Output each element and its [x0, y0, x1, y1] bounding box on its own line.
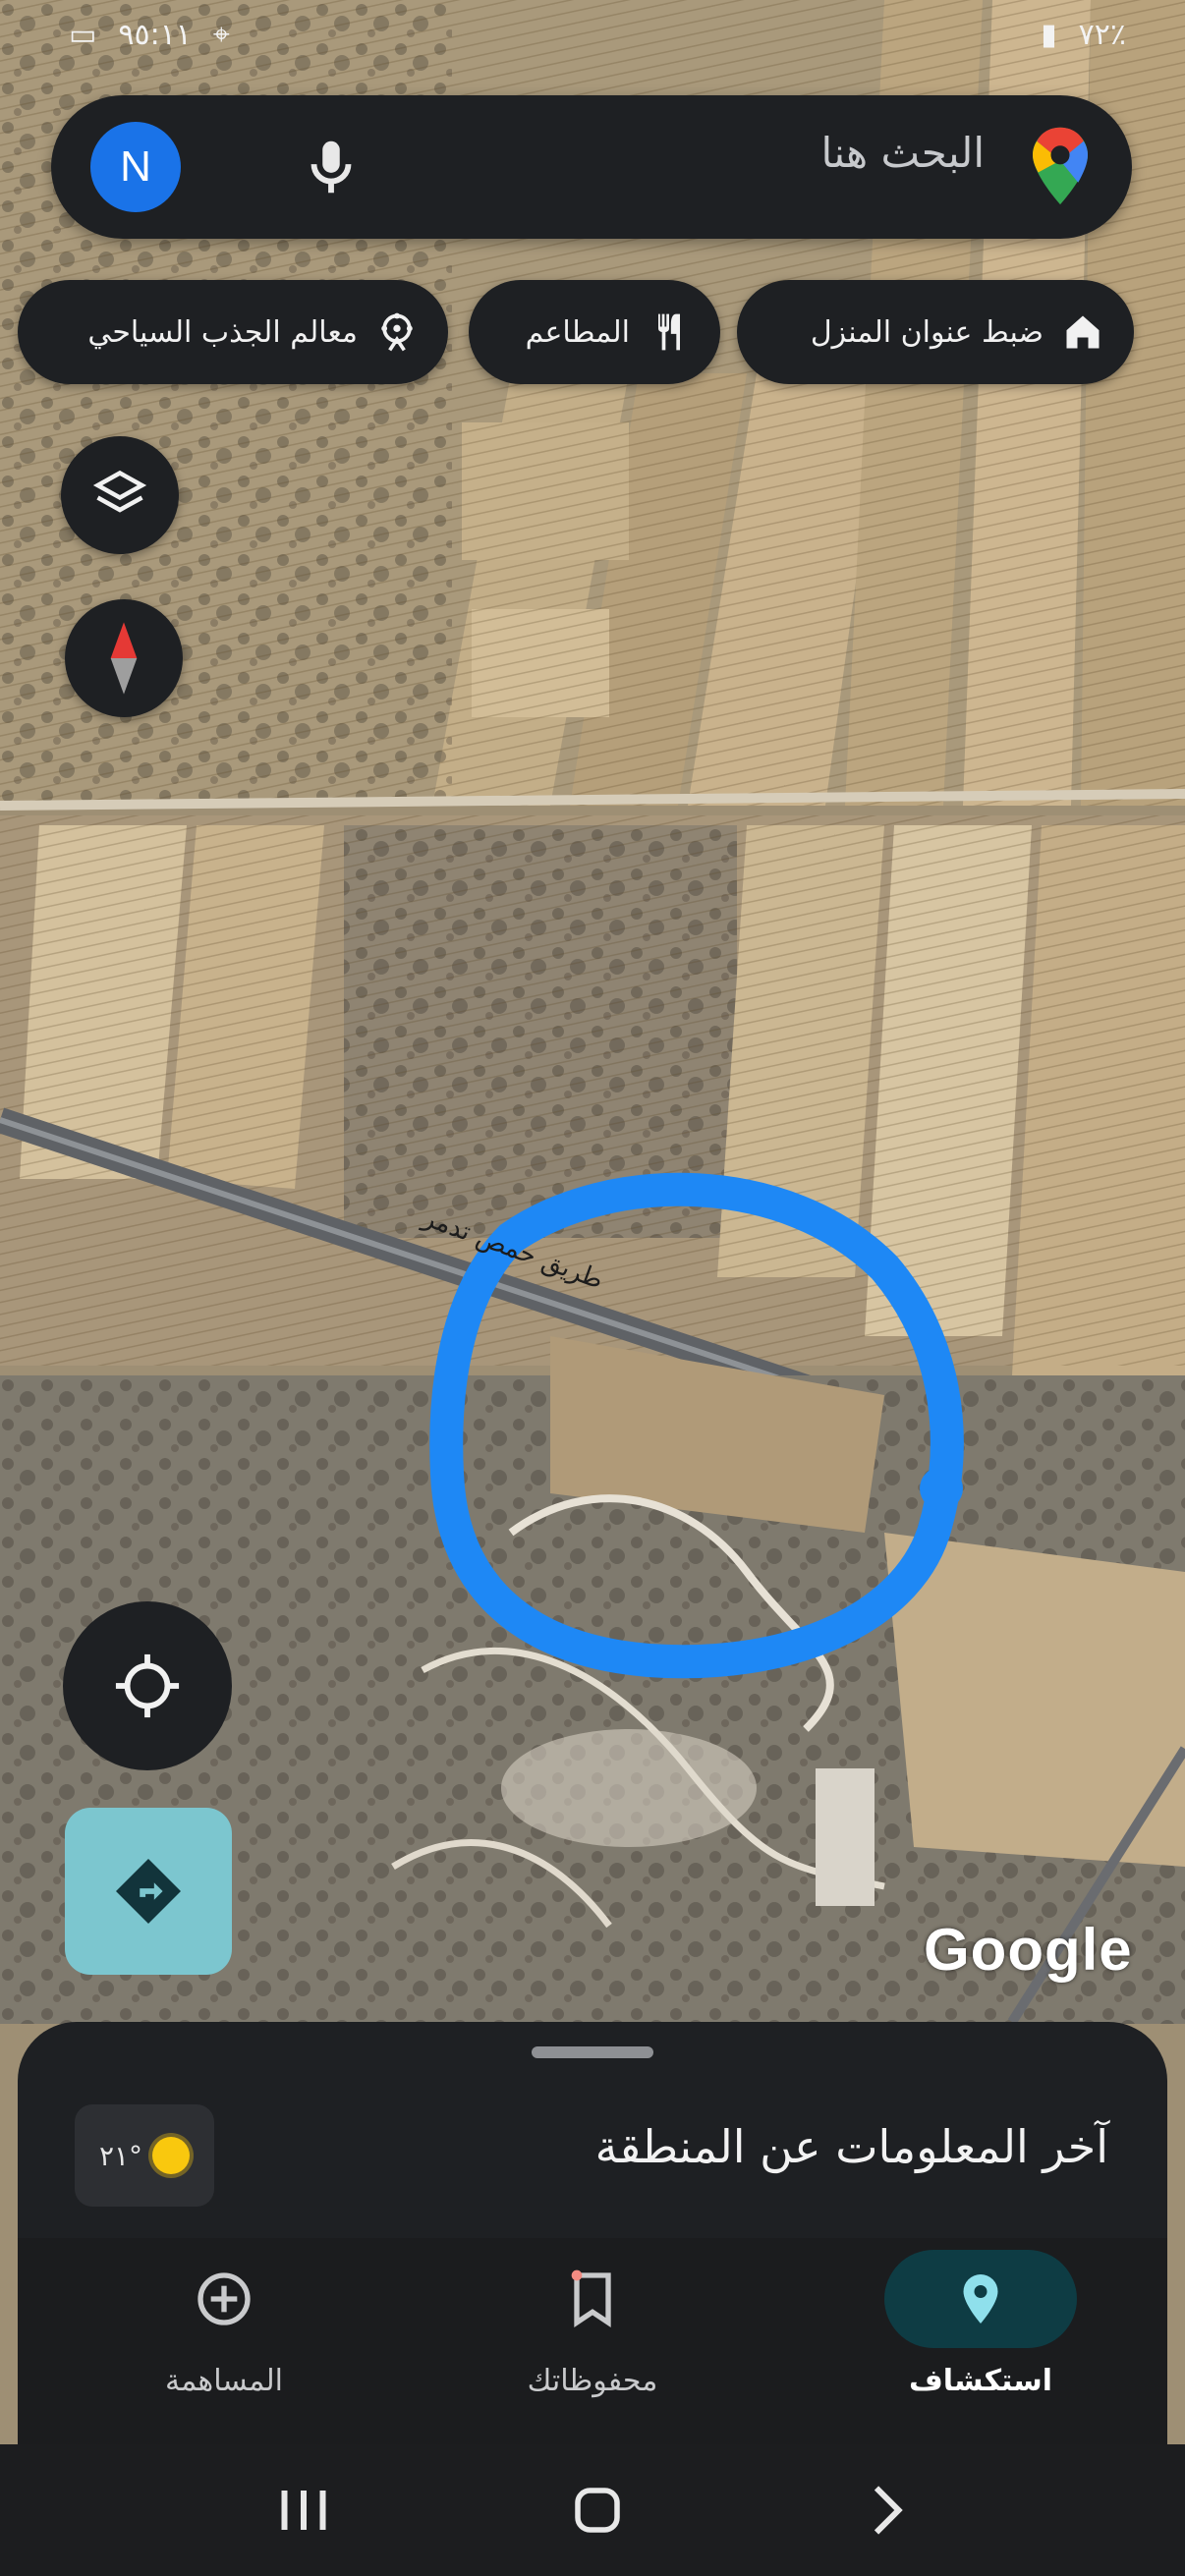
location-pin-icon [963, 2274, 998, 2324]
search-bar[interactable]: N البحث هنا [51, 95, 1132, 239]
home-icon [1066, 315, 1100, 349]
google-attribution: Google [924, 1917, 1133, 1983]
system-navigation [0, 2444, 1185, 2576]
add-circle-icon [198, 2272, 251, 2325]
fork-knife-icon [658, 313, 680, 351]
tab-explore[interactable]: استكشاف [833, 2238, 1128, 2444]
status-battery: ٧٢٪ [1078, 17, 1126, 52]
chip-attractions[interactable]: معالم الجذب السياحي [18, 280, 448, 384]
chip-label: ضبط عنوان المنزل [810, 314, 1044, 350]
sun-icon [152, 2137, 191, 2174]
directions-icon [116, 1859, 181, 1924]
battery-icon: ▭ [69, 17, 97, 52]
tab-saved[interactable]: محفوظاتك [445, 2238, 740, 2444]
tab-label: محفوظاتك [527, 2364, 658, 2398]
chip-label: المطاعم [525, 314, 630, 350]
directions-button[interactable] [65, 1808, 232, 1975]
layers-button[interactable] [61, 436, 179, 554]
home-nav-icon[interactable] [568, 2481, 627, 2540]
compass-icon [110, 622, 138, 695]
google-maps-logo [1033, 127, 1088, 205]
ferris-wheel-icon [381, 312, 413, 352]
microphone-icon[interactable] [297, 133, 366, 201]
weather-badge[interactable]: ٢١° [75, 2104, 214, 2207]
tab-label: استكشاف [908, 2364, 1053, 2398]
tab-label: المساهمة [165, 2364, 283, 2398]
signal-icon: ▮ [1041, 17, 1057, 52]
back-icon[interactable] [862, 2481, 911, 2540]
recent-apps-icon[interactable] [274, 2486, 333, 2535]
chip-set-home[interactable]: ضبط عنوان المنزل [737, 280, 1134, 384]
bottom-navigation: المساهمة محفوظاتك استكشاف [18, 2238, 1167, 2444]
layers-icon [92, 470, 147, 513]
location-icon: ⌖ [212, 17, 230, 52]
chip-restaurants[interactable]: المطاعم [469, 280, 720, 384]
my-location-button[interactable] [63, 1601, 232, 1770]
avatar[interactable]: N [90, 122, 181, 212]
search-input[interactable]: البحث هنا [821, 129, 985, 177]
tab-contribute[interactable]: المساهمة [77, 2238, 371, 2444]
crosshair-icon [115, 1653, 180, 1718]
weather-temp: ٢١° [98, 2139, 143, 2172]
bottom-sheet[interactable]: آخر المعلومات عن المنطقة ٢١° [18, 2022, 1167, 2238]
sheet-title: آخر المعلومات عن المنطقة [594, 2120, 1108, 2173]
chip-label: معالم الجذب السياحي [87, 314, 358, 350]
bookmark-icon [571, 2269, 611, 2327]
sheet-handle[interactable] [532, 2046, 653, 2058]
status-time: ٩٥:١١ [118, 17, 192, 52]
compass-button[interactable] [65, 599, 183, 717]
status-bar: ▭ ٩٥:١١ ⌖ ▮ ٧٢٪ [0, 0, 1185, 69]
